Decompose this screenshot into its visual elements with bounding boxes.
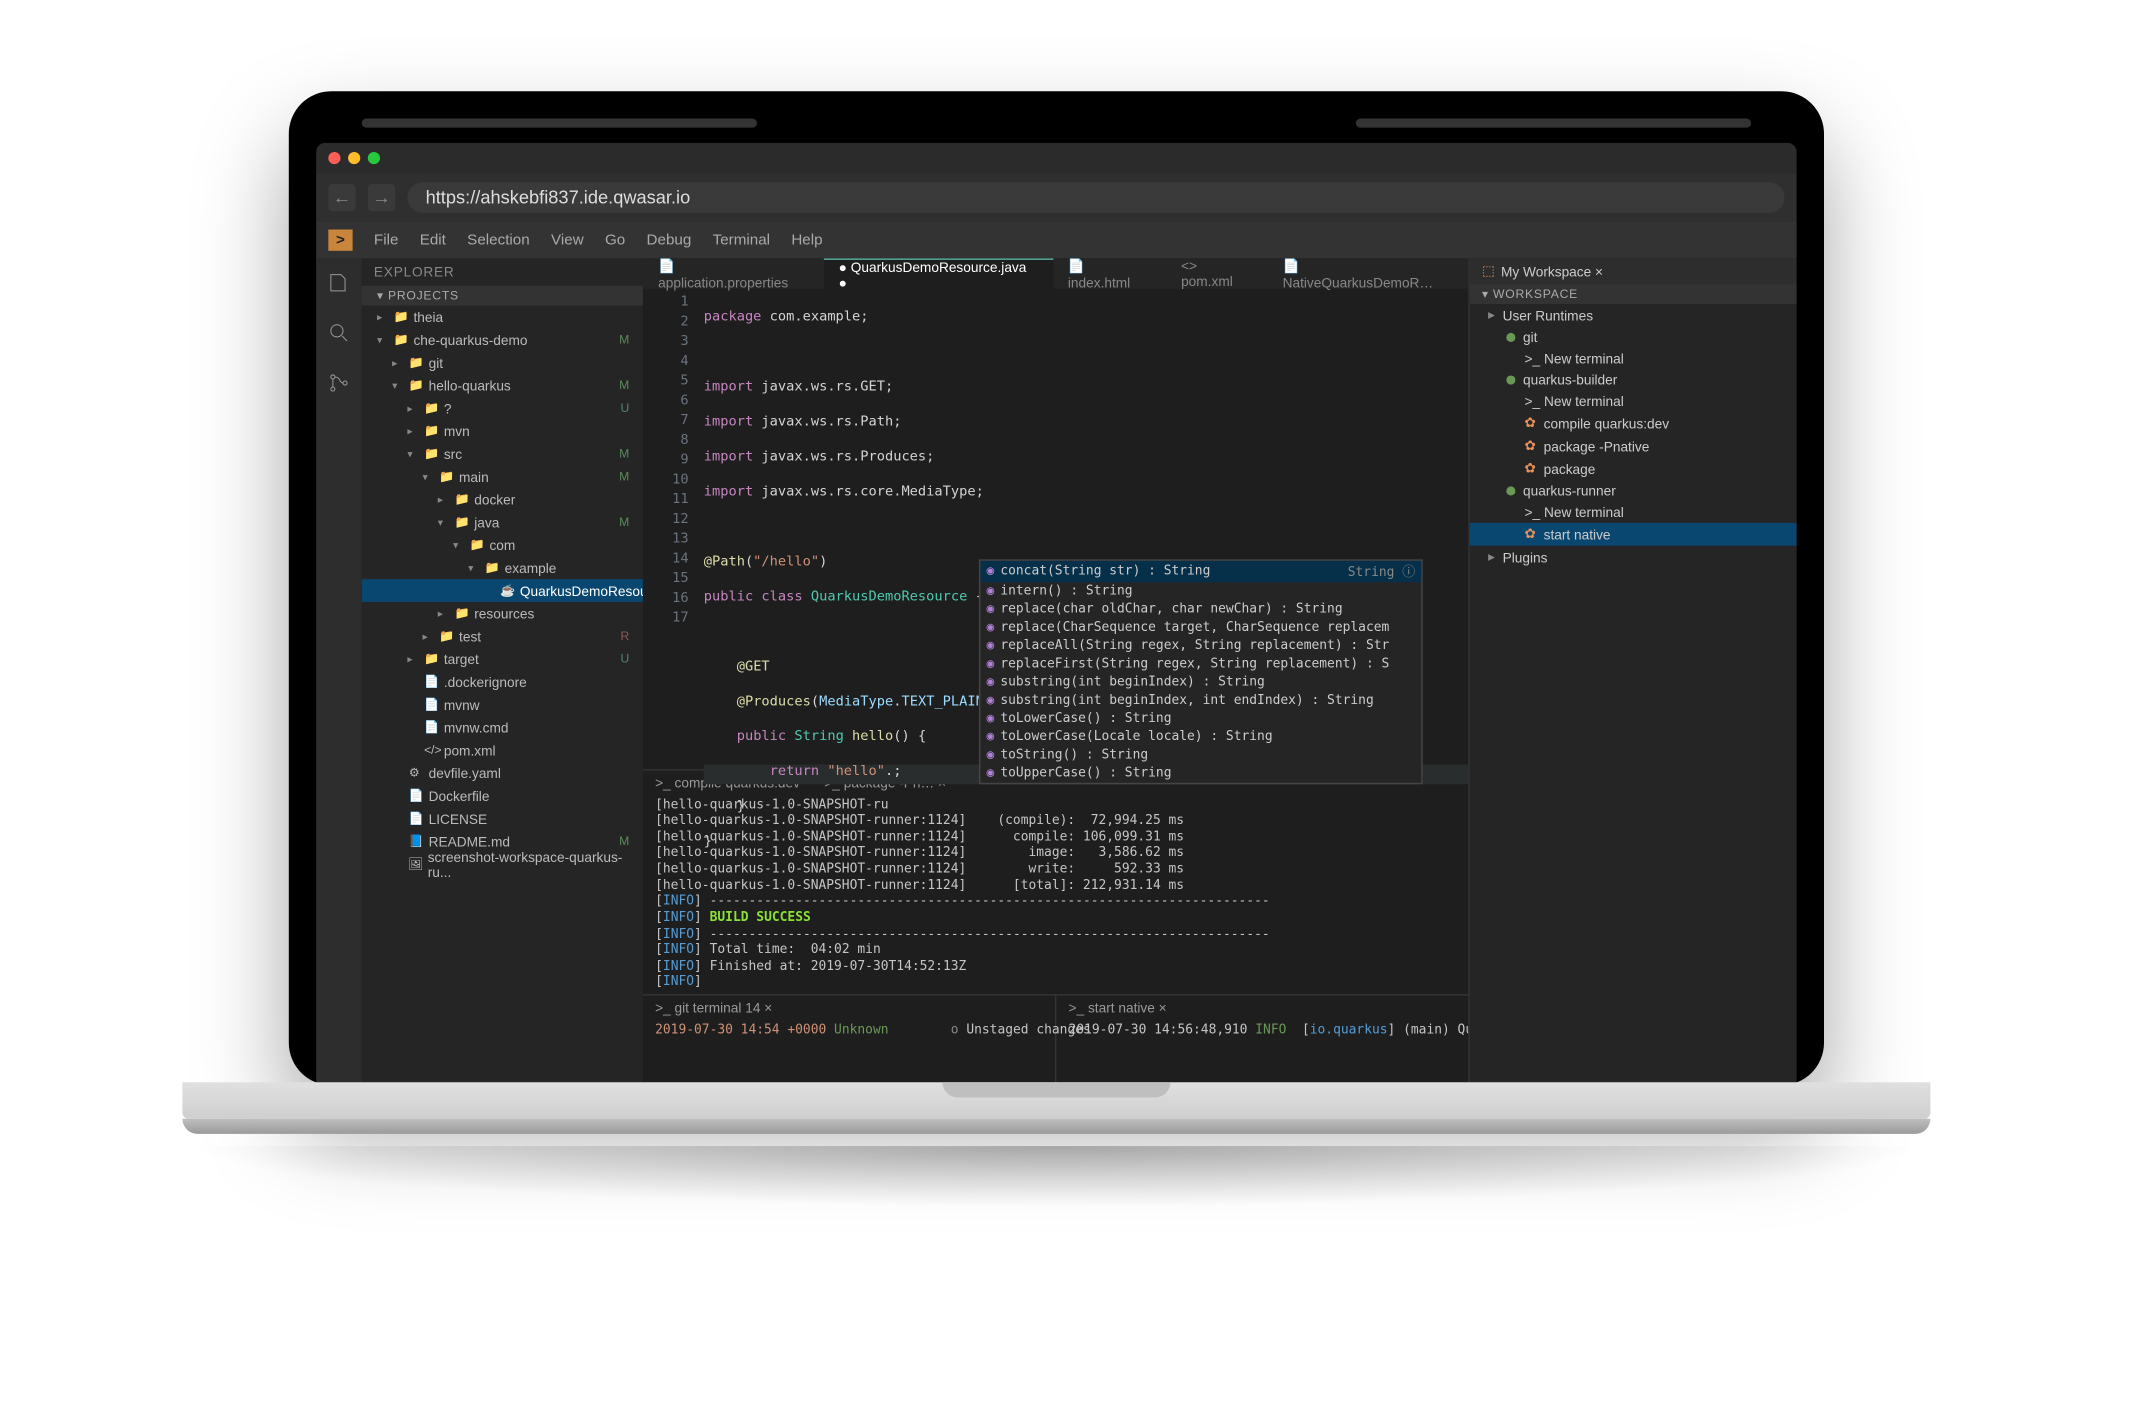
activity-bar [316, 258, 362, 1085]
tree-item[interactable]: ▾📁srcM [362, 442, 643, 465]
tree-item[interactable]: ▾📁example [362, 556, 643, 579]
editor-tab[interactable]: 📄 NativeQuarkusDemoR… [1267, 258, 1468, 288]
editor-tab[interactable]: 📄 index.html [1053, 258, 1166, 288]
completion-item[interactable]: ◉replaceAll(String regex, String replace… [980, 637, 1421, 655]
editor-content[interactable]: package com.example; import javax.ws.rs.… [698, 289, 1469, 769]
workspace-section[interactable]: ▾ WORKSPACE [1470, 284, 1797, 304]
completion-item[interactable]: ◉substring(int beginIndex) : String [980, 673, 1421, 691]
close-dot[interactable] [328, 152, 340, 164]
completion-item[interactable]: ◉concat(String str) : StringString ⓘ [980, 561, 1421, 582]
laptop-base [289, 1082, 1824, 1207]
workspace-item[interactable]: ✿package -Pnative [1470, 435, 1797, 458]
tree-item[interactable]: ▾📁com [362, 534, 643, 557]
code-completion-popup[interactable]: ◉concat(String str) : StringString ⓘ◉int… [979, 559, 1423, 784]
tree-item[interactable]: 🖼screenshot-workspace-quarkus-ru... [362, 853, 643, 876]
editor-gutter: 1234567891011121314151617 [643, 289, 698, 769]
nav-back[interactable]: ← [328, 184, 355, 211]
workspace-title[interactable]: ⬚My Workspace × [1470, 258, 1797, 284]
tree-item[interactable]: ☕QuarkusDemoResource.java [362, 579, 643, 602]
completion-item[interactable]: ◉replace(char oldChar, char newChar) : S… [980, 600, 1421, 618]
workspace-item[interactable]: quarkus-builder [1470, 369, 1797, 390]
git-terminal-output[interactable]: 2019-07-30 14:54 +0000 Unknown o Unstage… [643, 1020, 1055, 1042]
files-icon[interactable] [327, 271, 351, 300]
start-native-output[interactable]: 2019-07-30 14:56:48,910 INFO [io.quarkus… [1056, 1020, 1468, 1042]
terminal-tab-git[interactable]: >_ git terminal 14 × [655, 1000, 772, 1015]
menu-view[interactable]: View [551, 232, 584, 249]
workspace-item[interactable]: git [1470, 327, 1797, 348]
tree-item[interactable]: ⚙devfile.yaml [362, 762, 643, 785]
tree-item[interactable]: 📄Dockerfile [362, 784, 643, 807]
editor-tab[interactable]: <> pom.xml [1166, 258, 1268, 288]
tree-item[interactable]: ▸📁testR [362, 625, 643, 648]
terminal-tab-start-native[interactable]: >_ start native × [1069, 1000, 1167, 1015]
editor-tabs: 📄 application.properties● QuarkusDemoRes… [643, 258, 1468, 288]
tree-item[interactable]: ▾📁javaM [362, 511, 643, 534]
menu-help[interactable]: Help [791, 232, 822, 249]
workspace-item[interactable]: ✿start native [1470, 523, 1797, 546]
editor-tab[interactable]: ● QuarkusDemoResource.java ● [823, 258, 1052, 288]
scm-icon[interactable] [327, 371, 351, 400]
url-bar[interactable]: https://ahskebfi837.ide.qwasar.io [407, 182, 1784, 212]
menu-file[interactable]: File [374, 232, 399, 249]
tree-item[interactable]: </>pom.xml [362, 739, 643, 762]
browser-navbar: ← → https://ahskebfi837.ide.qwasar.io [316, 173, 1796, 222]
nav-forward[interactable]: → [368, 184, 395, 211]
tree-item[interactable]: ▸📁resources [362, 602, 643, 625]
explorer-pane: EXPLORER ▾ PROJECTS ▸📁theia▾📁che-quarkus… [362, 258, 643, 1085]
completion-item[interactable]: ◉toUpperCase() : String [980, 765, 1421, 783]
tree-item[interactable]: ▸📁mvn [362, 420, 643, 443]
tree-item[interactable]: 📄mvnw [362, 693, 643, 716]
editor-tab[interactable]: 📄 application.properties [643, 258, 824, 288]
menu-debug[interactable]: Debug [647, 232, 692, 249]
menu-selection[interactable]: Selection [467, 232, 530, 249]
workspace-panel: ⬚My Workspace × ▾ WORKSPACE ▸User Runtim… [1468, 258, 1796, 1085]
window-titlebar [316, 143, 1796, 173]
tree-item[interactable]: ▸📁?U [362, 397, 643, 420]
tree-item[interactable]: ▾📁hello-quarkusM [362, 374, 643, 397]
home-icon[interactable]: > [328, 230, 352, 251]
tree-item[interactable]: ▸📁git [362, 351, 643, 374]
laptop-speaker-grilles [316, 119, 1796, 143]
explorer-title: EXPLORER [362, 258, 643, 285]
workspace-item[interactable]: ✿compile quarkus:dev [1470, 412, 1797, 435]
tree-item[interactable]: ▸📁theia [362, 306, 643, 329]
workspace-item[interactable]: >_ New terminal [1470, 391, 1797, 412]
workspace-item[interactable]: >_ New terminal [1470, 348, 1797, 369]
explorer-section[interactable]: ▾ PROJECTS [362, 286, 643, 306]
completion-item[interactable]: ◉toLowerCase(Locale locale) : String [980, 728, 1421, 746]
workspace-item[interactable]: quarkus-runner [1470, 480, 1797, 501]
workspace-item[interactable]: ✿package [1470, 458, 1797, 481]
app-menu-bar: > File Edit Selection View Go Debug Term… [316, 222, 1796, 258]
menu-terminal[interactable]: Terminal [713, 232, 770, 249]
tree-item[interactable]: 📄.dockerignore [362, 670, 643, 693]
tree-item[interactable]: ▸📁docker [362, 488, 643, 511]
tree-item[interactable]: 📄LICENSE [362, 807, 643, 830]
completion-item[interactable]: ◉replaceFirst(String regex, String repla… [980, 655, 1421, 673]
workspace-item[interactable]: ▸Plugins [1470, 546, 1797, 569]
completion-item[interactable]: ◉toString() : String [980, 746, 1421, 764]
search-icon[interactable] [327, 321, 351, 350]
completion-item[interactable]: ◉replace(CharSequence target, CharSequen… [980, 619, 1421, 637]
workspace-item[interactable]: >_ New terminal [1470, 502, 1797, 523]
completion-item[interactable]: ◉toLowerCase() : String [980, 710, 1421, 728]
minimize-dot[interactable] [348, 152, 360, 164]
laptop-screen: ← → https://ahskebfi837.ide.qwasar.io > … [316, 143, 1796, 1085]
menu-go[interactable]: Go [605, 232, 625, 249]
tree-item[interactable]: ▾📁che-quarkus-demoM [362, 328, 643, 351]
fullscreen-dot[interactable] [368, 152, 380, 164]
tree-item[interactable]: ▸📁targetU [362, 648, 643, 671]
completion-item[interactable]: ◉substring(int beginIndex, int endIndex)… [980, 692, 1421, 710]
tree-item[interactable]: 📄mvnw.cmd [362, 716, 643, 739]
completion-item[interactable]: ◉intern() : String [980, 582, 1421, 600]
workspace-item[interactable]: ▸User Runtimes [1470, 304, 1797, 327]
menu-edit[interactable]: Edit [420, 232, 446, 249]
tree-item[interactable]: ▾📁mainM [362, 465, 643, 488]
